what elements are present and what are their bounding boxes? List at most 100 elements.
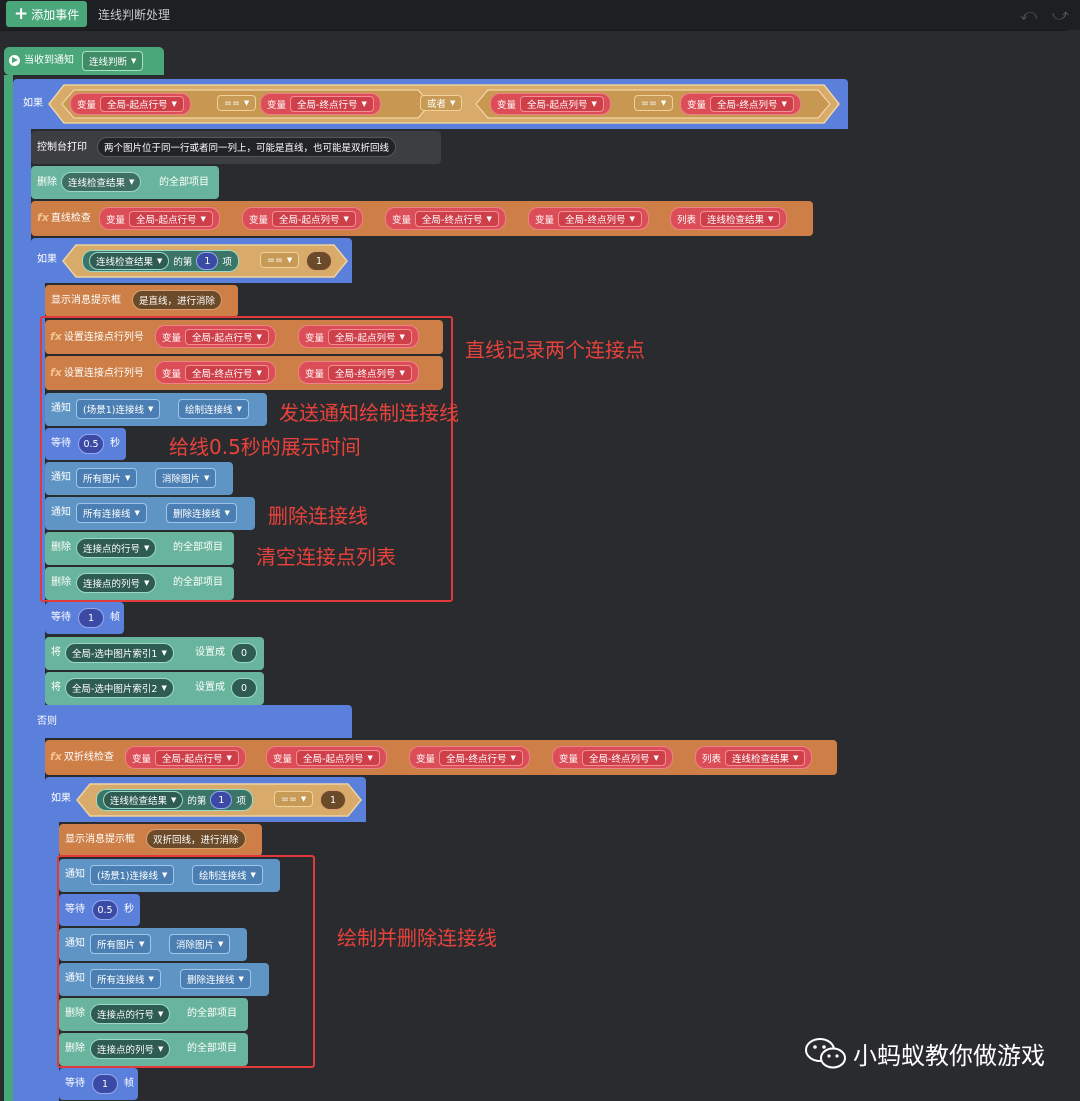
event-label: 当收到通知 bbox=[24, 55, 74, 66]
annotation-delete-lines: 删除连接线 bbox=[268, 504, 368, 528]
play-triangle bbox=[12, 57, 18, 63]
function-label: 直线检查 bbox=[50, 213, 91, 224]
redo-icon[interactable]: ⤻ bbox=[1052, 5, 1069, 25]
arg-4[interactable]: 变量 全局-终点列号 ▼ bbox=[552, 746, 673, 769]
dropdown-arrow-icon: ▼ bbox=[131, 57, 137, 65]
list-item-reporter[interactable]: 连线检查结果 ▼ 的第 1 项 bbox=[82, 250, 239, 272]
fx-icon: fx bbox=[37, 211, 49, 224]
arg-list[interactable]: 列表 连线检查结果 ▼ bbox=[695, 746, 813, 769]
wait-label: 等待 bbox=[65, 1078, 85, 1089]
wait-frame-block[interactable]: 等待 1 帧 bbox=[45, 602, 124, 634]
arg-1[interactable]: 变量 全局-起点行号 ▼ bbox=[125, 746, 246, 769]
arg-2[interactable]: 变量 全局-起点列号 ▼ bbox=[266, 746, 387, 769]
print-text-field[interactable]: 两个图片位于同一行或者同一列上，可能是直线，也可能是双折回线 bbox=[97, 137, 397, 157]
op-select[interactable]: == ▼ bbox=[274, 791, 314, 807]
set-to-label: 设置成 bbox=[195, 682, 225, 693]
event-rail bbox=[4, 75, 13, 1101]
event-block[interactable]: 当收到通知 连线判断 ▼ bbox=[4, 47, 164, 75]
show-message-block[interactable]: 显示消息提示框 双折回线，进行消除 bbox=[59, 824, 262, 856]
delete-suffix: 的全部项目 bbox=[159, 177, 209, 188]
set-to-label: 设置成 bbox=[195, 647, 225, 658]
add-event-label: 添加事件 bbox=[31, 7, 80, 22]
show-message-block[interactable]: 显示消息提示框 是直线，进行消除 bbox=[45, 285, 238, 317]
value-field[interactable]: 0 bbox=[231, 643, 257, 663]
fx-icon: fx bbox=[50, 750, 62, 763]
wait-value-field[interactable]: 1 bbox=[92, 1074, 118, 1094]
var-label: 变量 bbox=[497, 100, 517, 111]
annotation-show-time: 给线0.5秒的展示时间 bbox=[169, 435, 361, 459]
else-rail bbox=[31, 738, 45, 1101]
vertical-scrollbar[interactable] bbox=[1068, 30, 1080, 1101]
var-select[interactable]: 全局-终点列号 ▼ bbox=[710, 96, 794, 112]
annotation-clear-list: 清空连接点列表 bbox=[256, 545, 396, 569]
wait-unit: 帧 bbox=[110, 612, 120, 623]
message-label: 显示消息提示框 bbox=[51, 295, 121, 306]
wait-frame-block[interactable]: 等待 1 帧 bbox=[59, 1068, 138, 1100]
tab-title: 连线判断处理 bbox=[98, 8, 171, 22]
list-select[interactable]: 连线检查结果 ▼ bbox=[61, 172, 142, 192]
arg-3[interactable]: 变量 全局-终点行号 ▼ bbox=[385, 207, 506, 230]
annotation-send-notify: 发送通知绘制连接线 bbox=[279, 401, 459, 425]
var-select[interactable]: 全局-选中图片索引1 ▼ bbox=[65, 643, 174, 663]
if-label: 如果 bbox=[51, 793, 71, 804]
wait-value-field[interactable]: 1 bbox=[78, 608, 104, 628]
set-label: 将 bbox=[51, 647, 61, 658]
op-select[interactable]: == ▼ bbox=[260, 252, 300, 268]
value-field[interactable]: 1 bbox=[320, 790, 346, 810]
add-event-button[interactable]: + 添加事件 bbox=[6, 1, 88, 27]
var-label: 变量 bbox=[267, 100, 287, 111]
if-label: 如果 bbox=[37, 254, 57, 265]
plus-icon: + bbox=[14, 3, 29, 24]
arg-2[interactable]: 变量 全局-起点列号 ▼ bbox=[242, 207, 363, 230]
var-select[interactable]: 全局-选中图片索引2 ▼ bbox=[65, 678, 174, 698]
var-end-col[interactable]: 变量 全局-终点列号 ▼ bbox=[680, 93, 801, 115]
var-start-col[interactable]: 变量 全局-起点列号 ▼ bbox=[490, 93, 611, 115]
function-label: 双折线检查 bbox=[63, 752, 114, 763]
arg-4[interactable]: 变量 全局-终点列号 ▼ bbox=[528, 207, 649, 230]
arg-list[interactable]: 列表 连线检查结果 ▼ bbox=[670, 207, 788, 230]
annotation-draw-delete: 绘制并删除连接线 bbox=[337, 926, 497, 950]
set-label: 将 bbox=[51, 682, 61, 693]
watermark-text: 小蚂蚁教你做游戏 bbox=[853, 1042, 1045, 1070]
var-select[interactable]: 全局-终点行号 ▼ bbox=[290, 96, 374, 112]
else-label: 否则 bbox=[37, 716, 57, 727]
set-index1-block[interactable]: 将 全局-选中图片索引1 ▼ 设置成 0 bbox=[45, 637, 264, 670]
wait-label: 等待 bbox=[51, 612, 71, 623]
print-label: 控制台打印 bbox=[37, 142, 87, 153]
var-select[interactable]: 全局-起点列号 ▼ bbox=[520, 96, 604, 112]
line-check-function-block[interactable]: fx 直线检查 变量 全局-起点行号 ▼ 变量 全局-起点列号 ▼ 变量 全局-终点行号 ▼ … bbox=[31, 201, 813, 236]
var-start-row[interactable]: 变量 全局-起点行号 ▼ bbox=[70, 93, 191, 115]
value-field[interactable]: 1 bbox=[306, 251, 332, 271]
value-field[interactable]: 0 bbox=[231, 678, 257, 698]
var-label: 变量 bbox=[687, 100, 707, 111]
watermark: 小蚂蚁教你做游戏 bbox=[805, 1036, 1045, 1071]
console-print-block[interactable]: 控制台打印 两个图片位于同一行或者同一列上，可能是直线，也可能是双折回线 bbox=[31, 131, 441, 164]
else-block[interactable]: 否则 bbox=[31, 705, 352, 738]
wait-unit: 帧 bbox=[124, 1078, 134, 1089]
list-item-reporter[interactable]: 连线检查结果 ▼ 的第 1 项 bbox=[96, 789, 253, 811]
wechat-icon bbox=[805, 1037, 846, 1068]
arg-3[interactable]: 变量 全局-终点行号 ▼ bbox=[409, 746, 530, 769]
var-label: 变量 bbox=[77, 100, 97, 111]
if-rail-outer bbox=[13, 129, 31, 1101]
delete-list-block[interactable]: 删除 连线检查结果 ▼ 的全部项目 bbox=[31, 166, 219, 199]
var-end-row[interactable]: 变量 全局-终点行号 ▼ bbox=[260, 93, 381, 115]
set-index2-block[interactable]: 将 全局-选中图片索引2 ▼ 设置成 0 bbox=[45, 672, 264, 705]
annotation-record-points: 直线记录两个连接点 bbox=[465, 338, 645, 362]
notice-value: 连线判断 bbox=[89, 57, 128, 68]
op-select[interactable]: == ▼ bbox=[217, 95, 257, 111]
message-label: 显示消息提示框 bbox=[65, 834, 135, 845]
delete-label: 删除 bbox=[37, 177, 57, 188]
or-select[interactable]: 或者 ▼ bbox=[420, 95, 463, 111]
toolbar: + 添加事件 连线判断处理 ⤺ ⤻ bbox=[0, 0, 1080, 31]
if-label: 如果 bbox=[23, 98, 43, 109]
message-text-field[interactable]: 双折回线，进行消除 bbox=[146, 829, 246, 849]
notice-select[interactable]: 连线判断 ▼ bbox=[82, 51, 144, 71]
arg-1[interactable]: 变量 全局-起点行号 ▼ bbox=[99, 207, 220, 230]
undo-icon[interactable]: ⤺ bbox=[1020, 5, 1037, 25]
op-select[interactable]: == ▼ bbox=[634, 95, 674, 111]
double-line-check-function-block[interactable]: fx 双折线检查 变量 全局-起点行号 ▼ 变量 全局-起点列号 ▼ 变量 全局-终点行号 ▼… bbox=[45, 740, 837, 775]
var-select[interactable]: 全局-起点行号 ▼ bbox=[100, 96, 184, 112]
annotation-box-double bbox=[57, 855, 315, 1068]
message-text-field[interactable]: 是直线，进行消除 bbox=[132, 290, 223, 310]
